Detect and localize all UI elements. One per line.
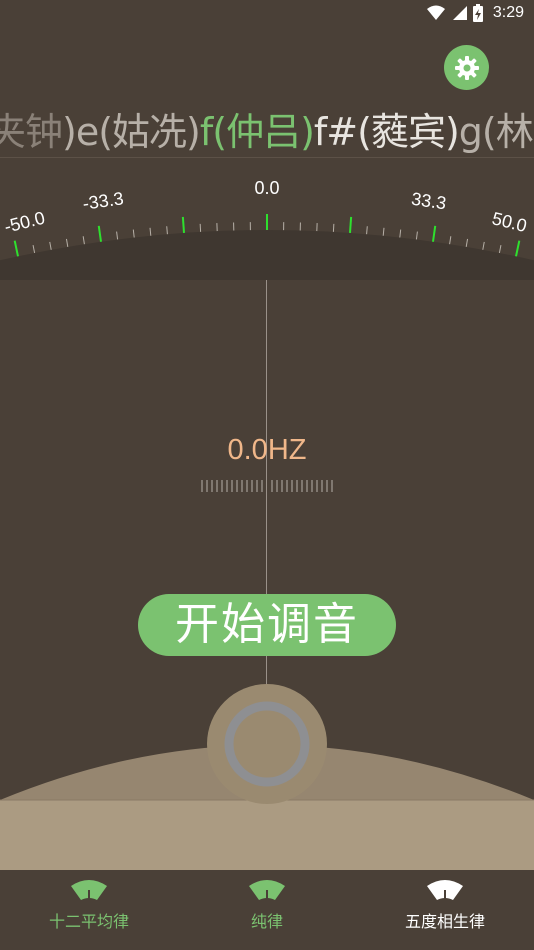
nav-tab-equal-temperament[interactable]: 十二平均律: [0, 870, 178, 950]
gauge-label: 50.0: [490, 208, 529, 236]
gauge-fan-icon: [249, 880, 285, 902]
gauge-tick: [515, 240, 521, 257]
gauge-fan-icon: [427, 880, 463, 902]
gauge-arc-shade: [0, 230, 534, 280]
nav-label: 五度相生律: [404, 912, 485, 931]
gauge-label: -33.3: [81, 188, 124, 214]
gauge-tick: [32, 245, 36, 254]
wifi-icon: [426, 5, 445, 20]
settings-button[interactable]: [444, 45, 489, 90]
gauge-tick: [432, 225, 437, 242]
gauge-tick: [82, 236, 85, 245]
frequency-readout: 0.0HZ: [227, 434, 307, 466]
note-label: f#(蕤宾): [313, 110, 460, 154]
gauge-tick: [415, 231, 418, 240]
note-label-current: f(仲吕): [199, 110, 315, 154]
gauge-tick: [498, 245, 502, 254]
gauge-tick: [132, 229, 135, 238]
note-strip[interactable]: 夹钟)e(姑冼) f(仲吕)f#(蕤宾)g(林: [0, 95, 534, 158]
gauge-label: 0.0: [254, 178, 279, 198]
gauge-tick: [382, 227, 385, 236]
start-tuning-button[interactable]: 开始调音: [138, 594, 396, 656]
gauge-tick: [13, 240, 19, 257]
status-bar: 3:29: [0, 0, 534, 28]
gauge-tick: [449, 236, 452, 245]
fine-scale: [201, 480, 333, 492]
gauge-tick: [465, 238, 469, 247]
battery-charging-icon: [472, 4, 483, 22]
status-icons: 3:29: [426, 4, 524, 22]
note-row: 夹钟)e(姑冼) f(仲吕)f#(蕤宾)g(林: [0, 101, 534, 156]
gauge-fan-icon: [71, 880, 107, 902]
gauge-tick: [166, 226, 168, 235]
gauge-tick: [349, 216, 353, 233]
note-label: g(林: [458, 110, 534, 154]
nav-tab-pythagorean[interactable]: 五度相生律: [356, 870, 534, 950]
gauge-tick: [366, 226, 368, 235]
gauge-tick: [116, 231, 119, 240]
gauge-tick: [482, 241, 485, 250]
clock: 3:29: [492, 4, 524, 21]
tuner-base: [0, 684, 534, 870]
gauge-tick: [399, 229, 402, 238]
gauge-label: 33.3: [410, 189, 447, 214]
gauge-tick: [149, 227, 152, 236]
note-label: )e(姑冼): [62, 110, 201, 154]
gauge-tick: [49, 241, 52, 250]
gauge-tick: [65, 238, 69, 247]
bottom-nav: 十二平均律 纯律 五度相生律: [0, 870, 534, 950]
nav-tab-just-intonation[interactable]: 纯律: [178, 870, 356, 950]
cell-signal-icon: [452, 6, 467, 20]
nav-label: 纯律: [250, 912, 283, 931]
note-label: 夹钟: [0, 110, 63, 154]
gauge-tick: [97, 225, 102, 242]
gauge-label: -50.0: [2, 208, 47, 237]
gear-icon: [454, 55, 479, 80]
nav-label: 十二平均律: [48, 912, 129, 931]
gauge-tick: [181, 216, 185, 233]
cents-gauge: -50.0 -33.3 0.0 33.3 50.0: [0, 178, 534, 280]
